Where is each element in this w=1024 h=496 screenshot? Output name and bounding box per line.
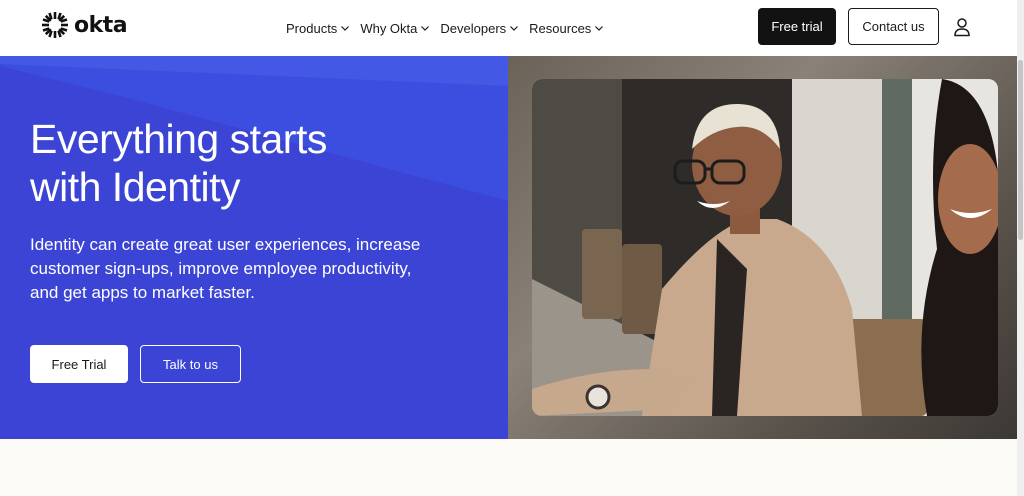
nav-why-okta[interactable]: Why Okta	[360, 18, 430, 38]
photo-illustration	[532, 79, 998, 416]
nav-label: Why Okta	[360, 20, 418, 36]
nav-products[interactable]: Products	[286, 18, 350, 38]
headline-line-2: with Identity	[30, 164, 241, 210]
hero-photo	[532, 79, 998, 416]
talk-to-us-button[interactable]: Talk to us	[140, 345, 241, 383]
logo-wordmark: okta	[74, 12, 128, 38]
nav-label: Products	[286, 20, 338, 36]
user-icon[interactable]	[953, 17, 971, 37]
okta-sunburst-icon	[42, 12, 68, 38]
hero-free-trial-button[interactable]: Free Trial	[30, 345, 128, 383]
chevron-down-icon	[341, 26, 350, 31]
chevron-down-icon	[510, 26, 519, 31]
main-nav: Products Why Okta Developers Resources	[286, 18, 614, 38]
site-header: okta Products Why Okta Developers Resour…	[0, 0, 1024, 56]
chevron-down-icon	[421, 26, 430, 31]
nav-resources[interactable]: Resources	[529, 18, 604, 38]
hero-subtext: Identity can create great user experienc…	[30, 235, 421, 302]
nav-developers[interactable]: Developers	[440, 18, 519, 38]
headline-line-1: Everything starts	[30, 116, 327, 162]
free-trial-button[interactable]: Free trial	[758, 8, 836, 45]
chevron-down-icon	[595, 26, 604, 31]
hero-headline: Everything starts with Identity	[30, 115, 490, 211]
contact-us-button[interactable]: Contact us	[848, 8, 939, 45]
okta-logo[interactable]: okta	[41, 11, 128, 39]
nav-label: Resources	[529, 20, 592, 36]
scrollbar-thumb[interactable]	[1018, 60, 1023, 240]
nav-label: Developers	[440, 20, 507, 36]
